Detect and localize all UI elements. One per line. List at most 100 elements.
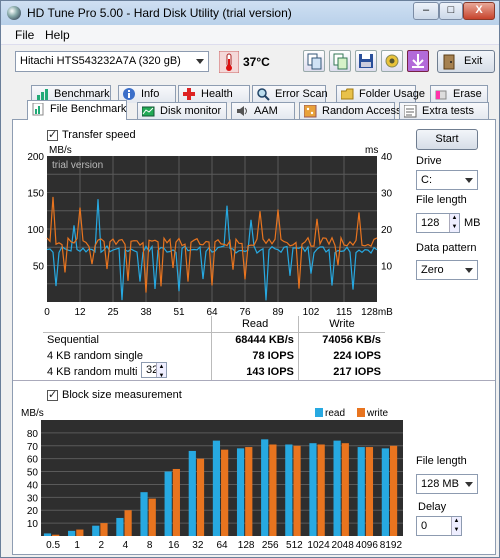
x-tick: 2048 xyxy=(332,540,355,551)
bar-read xyxy=(164,471,172,536)
menu-file[interactable]: File xyxy=(15,28,34,42)
bar-read xyxy=(285,444,293,536)
write-value: 74056 KB/s xyxy=(297,332,385,348)
tab-label: AAM xyxy=(254,105,278,117)
y-right-unit: ms xyxy=(365,145,378,156)
read-value: 143 IOPS xyxy=(211,364,299,380)
menu-bar: File Help xyxy=(1,25,499,45)
title-bar[interactable]: HD Tune Pro 5.00 - Hard Disk Utility (tr… xyxy=(1,1,499,25)
bar-read xyxy=(92,525,100,536)
drive-combo[interactable]: C: xyxy=(416,170,478,190)
tab-label: Erase xyxy=(453,88,482,100)
col-write-header: Write xyxy=(297,316,385,332)
row-label-cell: 4 KB random multi 32 ▲ ▼ xyxy=(43,362,212,380)
maximize-button[interactable]: □ xyxy=(439,2,463,20)
tab-extra-tests[interactable]: Extra tests xyxy=(399,102,489,120)
file-length-value: 128 xyxy=(421,217,440,229)
start-button[interactable]: Start xyxy=(416,129,478,150)
row-label: 4 KB random single xyxy=(47,350,143,362)
x-tick: 8192 xyxy=(380,540,403,551)
block-size-label: Block size measurement xyxy=(62,389,182,401)
x-tick: 256 xyxy=(262,540,279,551)
tab-file-benchmark[interactable]: File Benchmark xyxy=(27,100,127,120)
tab-random-access[interactable]: Random Access xyxy=(299,102,401,120)
chevron-down-icon xyxy=(465,268,473,273)
queue-depth-spinner[interactable]: 32 ▲ ▼ xyxy=(141,362,167,379)
drive-select-value: Hitachi HTS543232A7A (320 gB) xyxy=(20,55,181,67)
x-tick: 512 xyxy=(286,540,303,551)
transfer-speed-checkbox[interactable] xyxy=(47,128,58,141)
bar-read xyxy=(333,440,341,536)
bar-write xyxy=(172,468,180,536)
file-benchmark-panel: Transfer speed MB/smstrial version200150… xyxy=(12,119,496,555)
tab-error-scan[interactable]: Error Scan xyxy=(252,85,328,103)
download-button[interactable] xyxy=(407,50,429,72)
y-tick: 40 xyxy=(27,480,39,491)
drive-select[interactable]: Hitachi HTS543232A7A (320 gB) xyxy=(15,51,209,72)
exit-door-icon xyxy=(443,54,455,70)
y-right-tick: 20 xyxy=(381,225,393,236)
tab-folder-usage[interactable]: Folder Usage xyxy=(336,85,425,103)
bar-read xyxy=(309,443,317,536)
magnifier-icon xyxy=(257,88,270,101)
file-length-spinner[interactable]: 128 ▲ ▼ xyxy=(416,213,460,233)
delay-spinner[interactable]: 0 ▲ ▼ xyxy=(416,516,462,536)
bar-read xyxy=(261,439,269,536)
bar-write xyxy=(269,444,277,536)
tab-label: Error Scan xyxy=(275,88,328,100)
chevron-down-icon xyxy=(465,178,473,183)
legend-swatch-read xyxy=(315,408,323,417)
copy2-icon xyxy=(333,53,348,70)
spinner-arrows-icon: ▲ ▼ xyxy=(451,517,461,535)
chevron-down-icon xyxy=(196,59,204,64)
menu-help[interactable]: Help xyxy=(45,28,70,42)
y-left-tick: 100 xyxy=(27,225,44,236)
bar-read xyxy=(68,530,76,536)
bar-write xyxy=(124,510,132,536)
block-file-length-combo[interactable]: 128 MB xyxy=(416,474,478,494)
transfer-speed-graph: MB/s mstrial version20015010050403020100 1… xyxy=(27,145,393,317)
camera-icon xyxy=(385,54,399,68)
y-tick: 30 xyxy=(27,493,39,504)
y-tick: 60 xyxy=(27,455,39,466)
block-size-checkbox[interactable] xyxy=(47,388,58,401)
x-tick: 64 xyxy=(216,540,228,551)
bar-write xyxy=(317,444,325,536)
tab-label: Folder Usage xyxy=(359,88,426,100)
speaker-icon xyxy=(237,106,247,116)
bar-write xyxy=(341,443,349,536)
copy-info-button[interactable] xyxy=(329,50,351,72)
tab-health[interactable]: Health xyxy=(178,85,250,103)
copy-button[interactable] xyxy=(303,50,325,72)
tab-erase[interactable]: Erase xyxy=(430,85,488,103)
delay-value: 0 xyxy=(421,520,428,532)
y-tick: 20 xyxy=(27,506,39,517)
x-tick: 8 xyxy=(147,540,153,551)
bar-write xyxy=(221,449,229,536)
tab-label: Random Access xyxy=(322,105,402,117)
x-tick: 0.5 xyxy=(46,540,60,551)
exit-button[interactable]: Exit xyxy=(437,50,495,73)
y-left-unit: MB/s xyxy=(49,145,72,156)
bar-read xyxy=(212,440,221,536)
screenshot-button[interactable] xyxy=(381,50,403,72)
data-pattern-combo[interactable]: Zero xyxy=(416,260,478,280)
tab-aam[interactable]: AAM xyxy=(231,102,295,120)
block-size-chart: 80 70 60 5040 30 20 10 MB/s read write 0.5 1 2 4 8 16 32… xyxy=(21,408,403,551)
block-file-length-label: File length xyxy=(416,455,467,467)
close-button[interactable]: X xyxy=(463,2,495,20)
table-row: 4 KB random multi 32 ▲ ▼ 143 IOPS 217 IOP… xyxy=(43,362,385,380)
write-value: 224 IOPS xyxy=(297,348,385,364)
x-tick: 1 xyxy=(74,540,80,551)
y-tick: 80 xyxy=(27,429,39,440)
bar-read xyxy=(188,450,196,536)
tab-disk-monitor[interactable]: Disk monitor xyxy=(137,102,227,120)
minimize-button[interactable]: – xyxy=(413,2,439,20)
save-button[interactable] xyxy=(355,50,377,72)
bar-write xyxy=(196,458,205,536)
legend-swatch-write xyxy=(357,408,365,417)
erase-icon xyxy=(435,90,447,100)
data-pattern-value: Zero xyxy=(421,264,444,276)
read-value: 68444 KB/s xyxy=(211,332,299,348)
bar-write xyxy=(148,498,156,536)
